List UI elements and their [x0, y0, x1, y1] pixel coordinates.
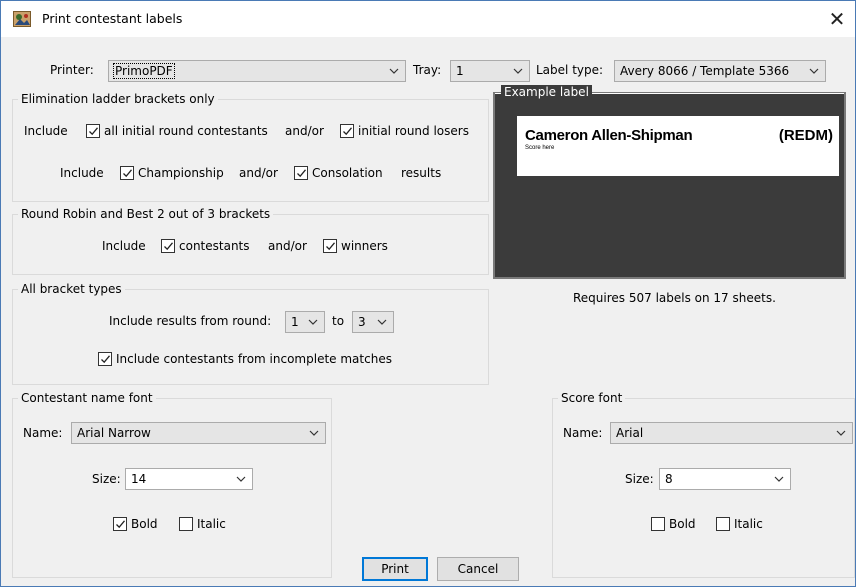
close-icon[interactable]: ✕: [823, 6, 851, 32]
consolation-checkbox[interactable]: [294, 166, 308, 180]
score-size-value: 8: [665, 472, 673, 486]
contestants-checkbox[interactable]: [161, 239, 175, 253]
cancel-button[interactable]: Cancel: [437, 557, 519, 581]
include-label: Include: [24, 124, 68, 138]
championship-label: Championship: [138, 166, 224, 180]
name-size-select[interactable]: 14: [125, 468, 253, 490]
chevron-down-icon: [236, 476, 246, 482]
name-label: Name:: [563, 426, 603, 440]
include-results-label: Include results from round:: [109, 314, 272, 328]
tray-select[interactable]: 1: [450, 60, 530, 82]
printer-select[interactable]: PrimoPDF: [108, 60, 406, 82]
round-robin-group-title: Round Robin and Best 2 out of 3 brackets: [18, 207, 274, 221]
chevron-down-icon: [774, 476, 784, 482]
results-label: results: [401, 166, 442, 180]
chevron-down-icon: [513, 68, 523, 74]
name-italic-label: Italic: [197, 517, 226, 531]
dialog-body: Printer: PrimoPDF Tray: 1 Label type: Av…: [1, 37, 855, 586]
name-size-value: 14: [131, 472, 147, 486]
contestants-label: contestants: [179, 239, 250, 253]
checkmark-icon: [164, 242, 174, 251]
score-size-select[interactable]: 8: [659, 468, 791, 490]
chevron-down-icon: [389, 68, 399, 74]
all-initial-label: all initial round contestants: [104, 124, 268, 138]
score-italic-label: Italic: [734, 517, 763, 531]
chevron-down-icon: [309, 430, 319, 436]
checkmark-icon: [123, 169, 133, 178]
printer-label: Printer:: [50, 63, 94, 77]
requires-text: Requires 507 labels on 17 sheets.: [573, 291, 776, 305]
andor-label: and/or: [239, 166, 278, 180]
name-bold-label: Bold: [131, 517, 158, 531]
all-initial-checkbox[interactable]: [86, 124, 100, 138]
score-bold-label: Bold: [669, 517, 696, 531]
elimination-group-title: Elimination ladder brackets only: [18, 92, 218, 106]
checkmark-icon: [116, 520, 126, 529]
chevron-down-icon: [836, 430, 846, 436]
example-contestant-name: Cameron Allen-Shipman: [525, 127, 693, 144]
printer-value: PrimoPDF: [113, 63, 175, 79]
chevron-down-icon: [377, 319, 387, 325]
include-label: Include: [60, 166, 104, 180]
incomplete-matches-label: Include contestants from incomplete matc…: [116, 352, 392, 366]
name-bold-checkbox[interactable]: [113, 517, 127, 531]
tray-label: Tray:: [413, 63, 442, 77]
checkmark-icon: [326, 242, 336, 251]
name-italic-checkbox[interactable]: [179, 517, 193, 531]
contestant-name-font-title: Contestant name font: [18, 391, 156, 405]
andor-label: and/or: [268, 239, 307, 253]
app-icon: [13, 11, 31, 27]
print-labels-dialog: Print contestant labels ✕ Printer: Primo…: [0, 0, 856, 587]
championship-checkbox[interactable]: [120, 166, 134, 180]
to-label: to: [332, 314, 345, 328]
checkmark-icon: [101, 355, 111, 364]
all-bracket-types-group: All bracket types Include results from r…: [12, 282, 489, 385]
title-bar: Print contestant labels ✕: [1, 1, 855, 37]
all-bracket-types-title: All bracket types: [18, 282, 125, 296]
label-type-label: Label type:: [536, 63, 604, 77]
chevron-down-icon: [809, 68, 819, 74]
example-club-code: (REDM): [778, 127, 833, 144]
window-title: Print contestant labels: [42, 11, 183, 26]
contestant-name-font-group: Contestant name font Name: Arial Narrow …: [12, 391, 332, 578]
size-label: Size:: [92, 472, 121, 486]
checkmark-icon: [89, 127, 99, 136]
include-label: Include: [102, 239, 146, 253]
score-bold-checkbox[interactable]: [651, 517, 665, 531]
tray-value: 1: [456, 64, 464, 78]
to-round-select[interactable]: 3: [352, 311, 394, 333]
chevron-down-icon: [308, 319, 318, 325]
name-font-value: Arial Narrow: [77, 426, 151, 440]
to-round-value: 3: [358, 315, 366, 329]
elimination-group: Elimination ladder brackets only Include…: [12, 92, 489, 202]
label-type-value: Avery 8066 / Template 5366: [620, 64, 790, 78]
from-round-value: 1: [291, 315, 299, 329]
example-label-preview: Example label Cameron Allen-Shipman (RED…: [493, 85, 846, 279]
name-font-select[interactable]: Arial Narrow: [71, 422, 326, 444]
checkmark-icon: [343, 127, 353, 136]
name-label: Name:: [23, 426, 63, 440]
score-font-value: Arial: [616, 426, 644, 440]
initial-losers-checkbox[interactable]: [340, 124, 354, 138]
score-italic-checkbox[interactable]: [716, 517, 730, 531]
consolation-label: Consolation: [312, 166, 383, 180]
winners-label: winners: [341, 239, 388, 253]
print-button[interactable]: Print: [362, 557, 428, 581]
size-label: Size:: [625, 472, 654, 486]
round-robin-group: Round Robin and Best 2 out of 3 brackets…: [12, 207, 489, 275]
example-score: Score here: [525, 145, 555, 151]
checkmark-icon: [297, 169, 307, 178]
example-label-title: Example label: [501, 85, 592, 99]
winners-checkbox[interactable]: [323, 239, 337, 253]
score-font-select[interactable]: Arial: [610, 422, 853, 444]
incomplete-matches-checkbox[interactable]: [98, 352, 112, 366]
example-label-card: Cameron Allen-Shipman (REDM) Score here: [517, 116, 839, 176]
initial-losers-label: initial round losers: [358, 124, 469, 138]
from-round-select[interactable]: 1: [285, 311, 325, 333]
label-type-select[interactable]: Avery 8066 / Template 5366: [614, 60, 826, 82]
score-font-title: Score font: [558, 391, 626, 405]
score-font-group: Score font Name: Arial Size: 8 Bold Ital…: [552, 391, 855, 578]
andor-label: and/or: [285, 124, 324, 138]
